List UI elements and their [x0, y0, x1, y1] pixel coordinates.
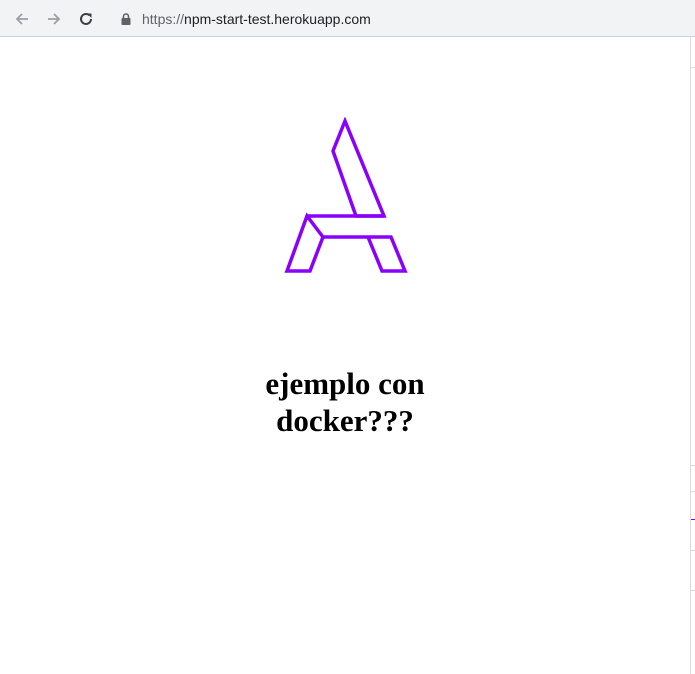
- divider: [691, 491, 695, 492]
- divider: [691, 465, 695, 466]
- divider: [691, 590, 695, 591]
- back-button[interactable]: [10, 7, 34, 31]
- url-scheme: https://: [142, 11, 185, 27]
- heading-line-1: ejemplo con: [265, 366, 425, 401]
- back-arrow-icon: [15, 13, 28, 25]
- forward-arrow-icon: [48, 13, 61, 25]
- heading-line-2: docker???: [276, 403, 414, 438]
- lock-icon: [118, 11, 134, 27]
- reload-icon: [80, 12, 92, 25]
- side-panel-edge: [690, 37, 695, 674]
- divider: [691, 67, 695, 68]
- page-viewport: ejemplo con docker???: [0, 37, 690, 674]
- browser-toolbar: https://npm-start-test.herokuapp.com: [0, 0, 695, 37]
- divider: [691, 519, 695, 520]
- address-bar[interactable]: https://npm-start-test.herokuapp.com: [118, 7, 678, 31]
- divider: [691, 550, 695, 551]
- reload-button[interactable]: [74, 7, 98, 31]
- page-heading: ejemplo con docker???: [0, 365, 690, 439]
- url-host: npm-start-test.herokuapp.com: [184, 11, 371, 27]
- astro-logo-icon: [284, 117, 408, 273]
- forward-button[interactable]: [42, 7, 66, 31]
